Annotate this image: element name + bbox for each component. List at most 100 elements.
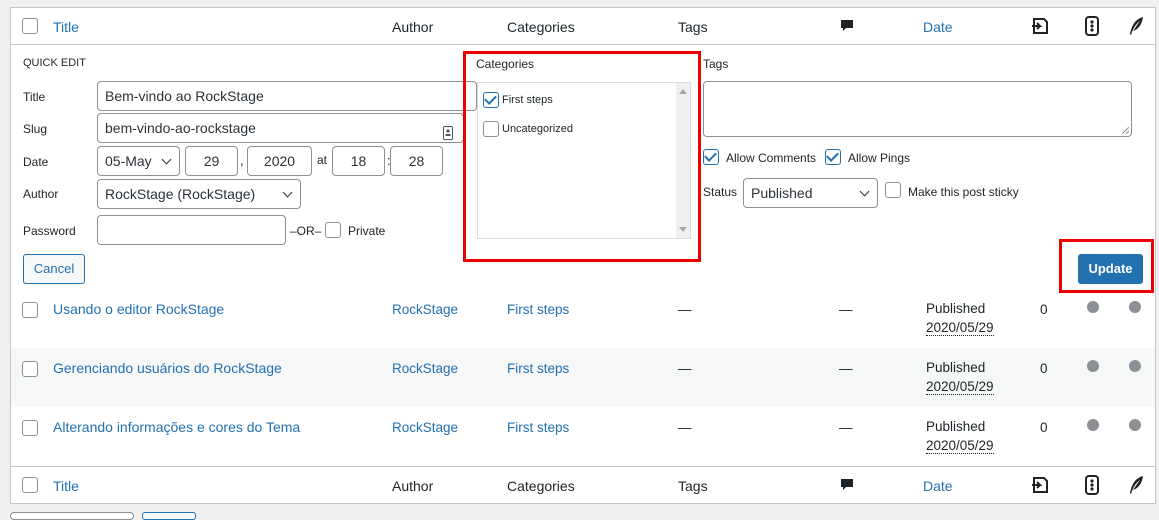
private-label: Private — [348, 224, 386, 238]
posts-table: Title Author Categories Tags Date QUICK … — [10, 7, 1156, 504]
author-link[interactable]: RockStage — [392, 302, 458, 317]
comment-icon[interactable] — [840, 19, 854, 36]
chevron-down-icon — [282, 187, 293, 198]
chevron-down-icon — [161, 154, 172, 165]
count-value: 0 — [1040, 420, 1048, 435]
column-title-sort[interactable]: Title — [53, 478, 79, 494]
author-link[interactable]: RockStage — [392, 361, 458, 376]
readability-score-dot — [1129, 301, 1141, 313]
password-input[interactable] — [97, 215, 286, 245]
allow-comments-label: Allow Comments — [726, 151, 817, 165]
sticky-label: Make this post sticky — [908, 185, 1019, 199]
status-value: Published — [751, 185, 813, 201]
tags-value: — — [678, 302, 692, 317]
row-checkbox[interactable] — [22, 302, 38, 318]
post-title-link[interactable]: Alterando informações e cores do Tema — [53, 419, 300, 435]
status-label: Status — [703, 185, 738, 199]
author-select[interactable]: RockStage (RockStage) — [97, 179, 301, 209]
count-value: 0 — [1040, 361, 1048, 376]
author-label: Author — [23, 187, 59, 201]
slug-value: bem-vindo-ao-rockstage — [105, 120, 256, 136]
column-date-sort[interactable]: Date — [923, 19, 953, 35]
column-author: Author — [392, 19, 434, 35]
seo-score-dot — [1087, 419, 1099, 431]
post-date: 2020/05/29 — [926, 320, 994, 336]
year-input[interactable]: 2020 — [247, 146, 312, 176]
author-link[interactable]: RockStage — [392, 420, 458, 435]
column-title-sort[interactable]: Title — [53, 19, 79, 35]
post-status: Published — [926, 360, 986, 375]
bulk-actions-select[interactable] — [10, 512, 134, 520]
category-link[interactable]: First steps — [507, 420, 569, 435]
allow-comments-checkbox[interactable] — [703, 149, 719, 165]
date-comma: , — [240, 153, 244, 168]
tags-label: Tags — [703, 57, 729, 71]
post-status: Published — [926, 419, 986, 434]
at-label: at — [317, 153, 328, 167]
comments-value: — — [839, 420, 853, 435]
or-separator: –OR– — [290, 224, 322, 238]
table-row: Alterando informações e cores do Tema Ro… — [11, 407, 1155, 466]
contact-card-icon — [443, 121, 453, 142]
categories-highlight-box — [463, 51, 701, 262]
post-status: Published — [926, 301, 986, 316]
title-input[interactable]: Bem-vindo ao RockStage — [97, 81, 477, 111]
column-categories: Categories — [507, 478, 575, 494]
readability-score-dot — [1129, 419, 1141, 431]
resize-handle-icon[interactable] — [1122, 127, 1129, 134]
post-date: 2020/05/29 — [926, 438, 994, 454]
select-all-checkbox-footer[interactable] — [22, 477, 38, 493]
comments-value: — — [839, 302, 853, 317]
seo-score-dot — [1087, 301, 1099, 313]
row-checkbox[interactable] — [22, 420, 38, 436]
title-label: Title — [23, 90, 46, 104]
table-row: Gerenciando usuários do RockStage RockSt… — [11, 348, 1155, 407]
post-date: 2020/05/29 — [926, 379, 994, 395]
update-highlight-box — [1059, 239, 1154, 293]
allow-pings-label: Allow Pings — [848, 151, 911, 165]
comments-value: — — [839, 361, 853, 376]
category-link[interactable]: First steps — [507, 361, 569, 376]
slug-input[interactable]: bem-vindo-ao-rockstage — [97, 113, 464, 143]
column-date-sort[interactable]: Date — [923, 478, 953, 494]
month-value: 05-May — [105, 153, 152, 169]
table-header: Title Author Categories Tags Date — [11, 8, 1155, 45]
post-title-link[interactable]: Gerenciando usuários do RockStage — [53, 360, 282, 376]
cancel-button[interactable]: Cancel — [23, 254, 85, 284]
comment-icon[interactable] — [840, 478, 854, 495]
table-row: Usando o editor RockStage RockStage Firs… — [11, 289, 1155, 348]
month-select[interactable]: 05-May — [97, 146, 180, 176]
traffic-light-icon — [1085, 16, 1099, 39]
import-icon — [1030, 475, 1050, 498]
quick-edit-heading: QUICK EDIT — [23, 57, 86, 69]
chevron-down-icon — [859, 186, 870, 197]
hour-input[interactable]: 18 — [332, 146, 385, 176]
minute-input[interactable]: 28 — [390, 146, 443, 176]
table-footer: Title Author Categories Tags Date — [11, 466, 1155, 503]
sticky-checkbox[interactable] — [885, 182, 901, 198]
import-icon — [1030, 16, 1050, 39]
tags-textarea[interactable] — [703, 81, 1132, 137]
slug-label: Slug — [23, 122, 48, 136]
row-checkbox[interactable] — [22, 361, 38, 377]
readability-score-dot — [1129, 360, 1141, 372]
password-label: Password — [23, 224, 76, 238]
date-label: Date — [23, 155, 49, 169]
apply-button[interactable] — [142, 512, 196, 520]
author-value: RockStage (RockStage) — [105, 186, 256, 202]
column-author: Author — [392, 478, 434, 494]
private-checkbox[interactable] — [325, 222, 341, 238]
post-title-link[interactable]: Usando o editor RockStage — [53, 301, 224, 317]
tags-value: — — [678, 361, 692, 376]
day-input[interactable]: 29 — [185, 146, 238, 176]
traffic-light-icon — [1085, 475, 1099, 498]
status-select[interactable]: Published — [743, 178, 878, 208]
column-categories: Categories — [507, 19, 575, 35]
column-tags: Tags — [678, 19, 708, 35]
seo-score-dot — [1087, 360, 1099, 372]
feather-icon — [1127, 475, 1145, 498]
category-link[interactable]: First steps — [507, 302, 569, 317]
column-tags: Tags — [678, 478, 708, 494]
select-all-checkbox[interactable] — [22, 18, 38, 34]
allow-pings-checkbox[interactable] — [825, 149, 841, 165]
